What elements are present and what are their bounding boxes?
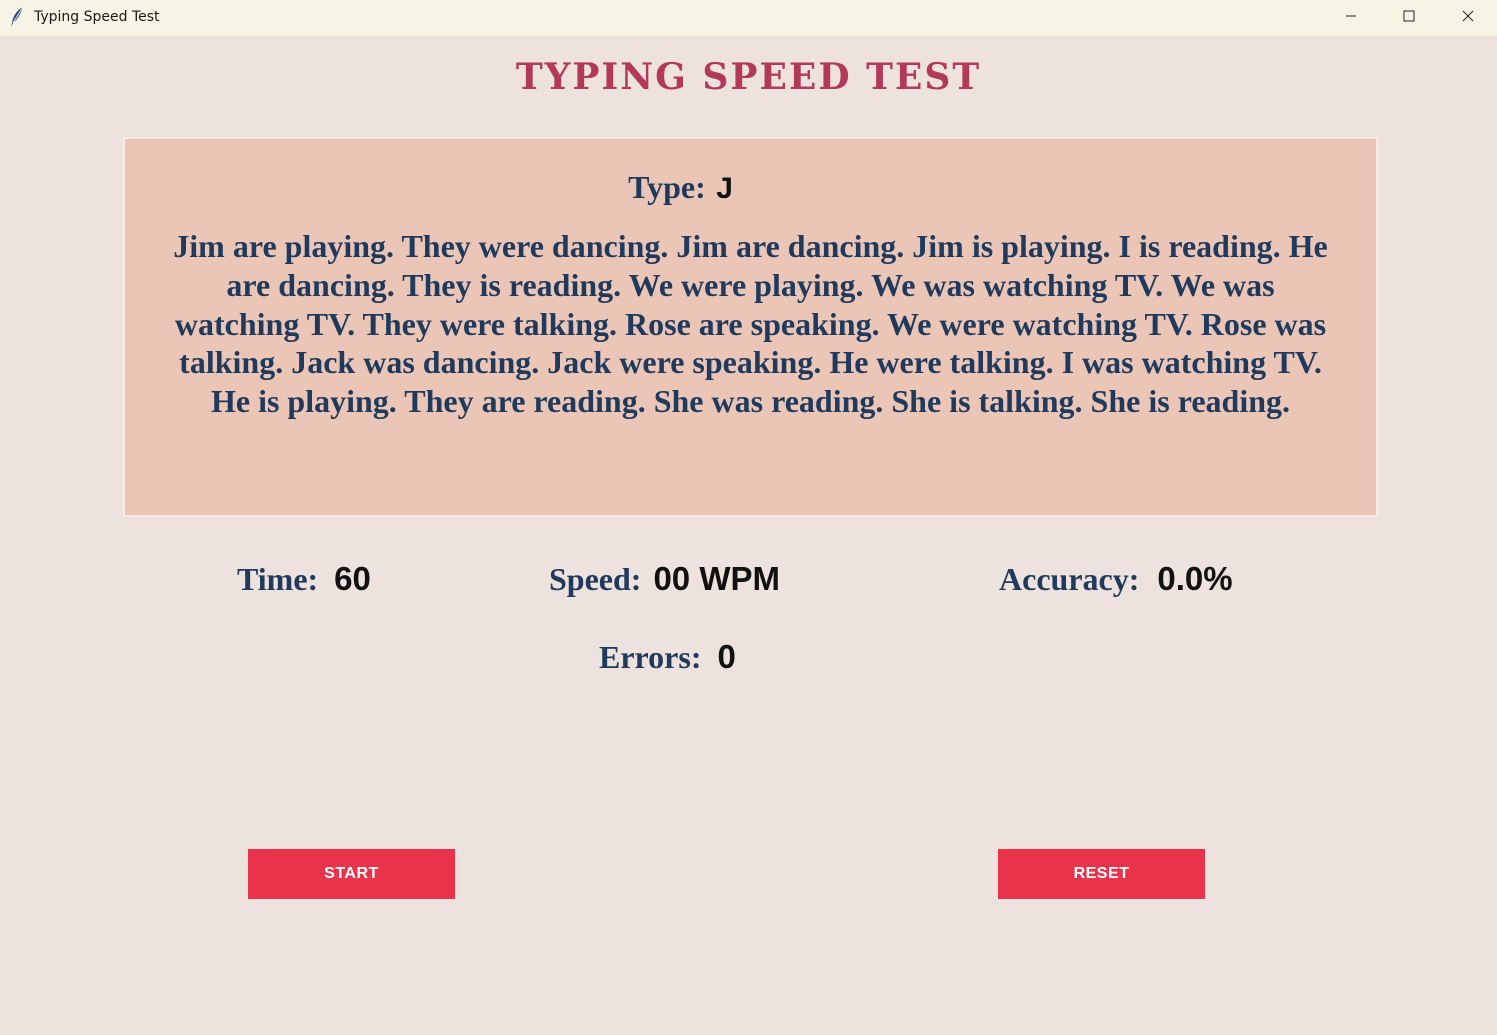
- speed-label: Speed:: [549, 561, 642, 597]
- errors-label: Errors:: [599, 639, 702, 675]
- app-window: Typing Speed Test TYPING SPEED TEST Type…: [0, 0, 1497, 1035]
- title-bar[interactable]: Typing Speed Test: [0, 0, 1497, 36]
- type-row: Type: J: [125, 169, 1376, 206]
- time-stat: Time: 60: [237, 560, 371, 598]
- prompt-panel: Type: J Jim are playing. They were danci…: [123, 137, 1378, 517]
- reset-button[interactable]: RESET: [998, 849, 1205, 899]
- feather-icon: [8, 6, 28, 28]
- close-icon: [1462, 9, 1474, 27]
- speed-value: 00 WPM: [653, 560, 780, 597]
- maximize-button[interactable]: [1380, 0, 1438, 36]
- minimize-button[interactable]: [1322, 0, 1380, 36]
- page-title: TYPING SPEED TEST: [515, 56, 982, 98]
- time-value: 60: [334, 560, 371, 597]
- errors-value: 0: [717, 638, 736, 675]
- accuracy-label: Accuracy:: [999, 561, 1140, 597]
- passage-text: Jim are playing. They were dancing. Jim …: [173, 228, 1328, 420]
- window-title: Typing Speed Test: [34, 9, 160, 25]
- accuracy-value: 0.0%: [1157, 560, 1233, 597]
- time-label: Time:: [237, 561, 319, 597]
- maximize-icon: [1403, 9, 1415, 27]
- minimize-icon: [1345, 9, 1357, 27]
- close-button[interactable]: [1439, 0, 1497, 36]
- start-button[interactable]: START: [248, 849, 455, 899]
- current-char: J: [716, 172, 733, 205]
- type-label: Type:: [628, 169, 706, 205]
- errors-stat: Errors: 0: [599, 638, 736, 676]
- speed-stat: Speed: 00 WPM: [549, 560, 780, 598]
- accuracy-stat: Accuracy: 0.0%: [999, 560, 1233, 598]
